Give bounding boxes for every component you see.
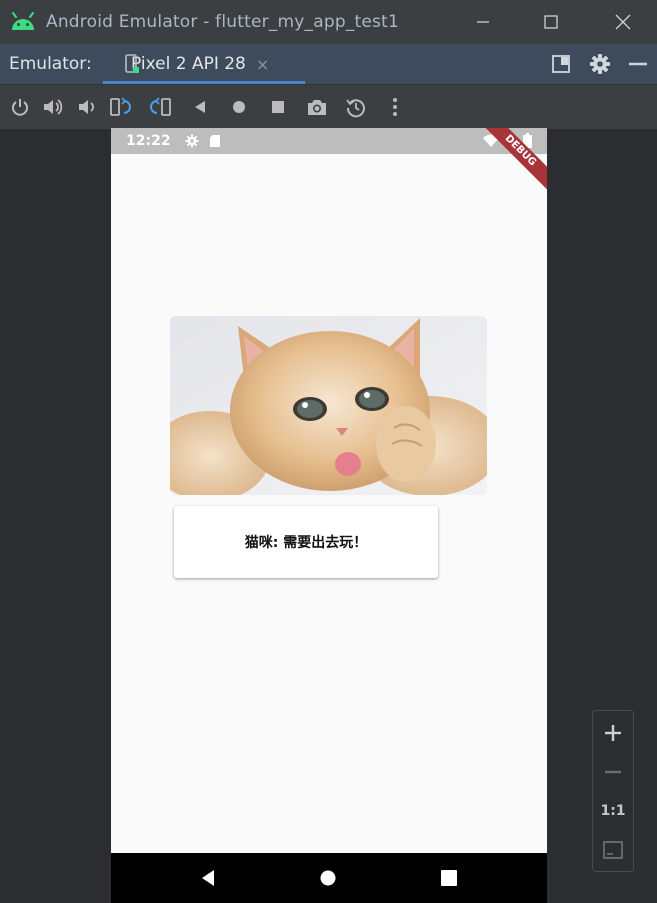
emulator-toolbar (0, 84, 657, 129)
power-icon (12, 99, 28, 116)
zoom-1to1-button[interactable]: 1:1 (593, 793, 633, 829)
android-icon (12, 12, 34, 30)
more-vert-icon (393, 98, 397, 116)
window-title: Android Emulator - flutter_my_app_test1 (46, 12, 399, 32)
settings-button[interactable] (588, 52, 612, 76)
device-screen[interactable]: 12:22 DEBUG 猫咪: 需要出去玩！ (111, 128, 547, 903)
maximize-icon (544, 15, 558, 29)
hide-panel-button[interactable] (626, 52, 650, 76)
rotate-right-icon (150, 97, 171, 116)
emulator-label: Emulator: (9, 54, 92, 74)
status-time: 12:22 (126, 133, 171, 149)
minimize-button[interactable] (460, 0, 506, 44)
rotate-left-icon (110, 97, 131, 116)
nav-back-icon (202, 870, 214, 886)
nav-back-button[interactable] (198, 868, 218, 888)
sd-card-icon (209, 135, 220, 147)
fit-screen-icon (603, 841, 623, 859)
rotate-right-button[interactable] (148, 95, 172, 119)
camera-icon (308, 100, 326, 115)
back-button[interactable] (188, 95, 212, 119)
power-button[interactable] (8, 95, 32, 119)
zoom-in-button[interactable] (593, 715, 633, 751)
screenshot-button[interactable] (305, 95, 329, 119)
back-icon (195, 101, 205, 113)
emulator-tab-bar: Emulator: Pixel 2 API 28 × (0, 44, 657, 84)
volume-down-button[interactable] (75, 95, 99, 119)
zoom-panel: 1:1 (592, 710, 634, 872)
gear-icon (590, 54, 610, 74)
snapshot-restore-icon (346, 99, 365, 118)
more-button[interactable] (383, 95, 407, 119)
cat-image (170, 316, 487, 495)
overview-icon (272, 101, 284, 113)
home-button[interactable] (227, 95, 251, 119)
nav-overview-icon (441, 870, 457, 886)
nav-home-button[interactable] (318, 868, 338, 888)
plus-icon (605, 725, 621, 741)
window-mode-button[interactable] (549, 52, 573, 76)
volume-up-icon (44, 99, 63, 115)
maximize-button[interactable] (528, 0, 574, 44)
close-icon (615, 14, 631, 30)
rotate-left-button[interactable] (109, 95, 133, 119)
zoom-out-button[interactable] (593, 754, 633, 790)
zoom-1to1-label: 1:1 (600, 803, 626, 819)
overview-button[interactable] (266, 95, 290, 119)
nav-home-icon (320, 870, 336, 886)
volume-down-icon (79, 100, 94, 114)
minus-icon (629, 62, 647, 66)
android-nav-bar (111, 853, 547, 903)
window-mode-icon (552, 55, 570, 73)
close-window-button[interactable] (600, 0, 646, 44)
kitten-photo (170, 316, 487, 495)
snapshot-button[interactable] (344, 95, 368, 119)
minimize-icon (477, 21, 489, 23)
tab-label: Pixel 2 API 28 (131, 54, 246, 74)
nav-overview-button[interactable] (439, 868, 459, 888)
home-icon (233, 101, 245, 113)
tab-pixel-2-api-28[interactable]: Pixel 2 API 28 × (103, 44, 305, 84)
device-icon (125, 54, 139, 73)
android-status-bar: 12:22 (111, 128, 547, 154)
tab-close-icon[interactable]: × (256, 55, 269, 74)
settings-notification-icon (185, 134, 199, 148)
card-text: 猫咪: 需要出去玩！ (244, 535, 368, 551)
volume-up-button[interactable] (41, 95, 65, 119)
message-card[interactable]: 猫咪: 需要出去玩！ (174, 506, 438, 578)
minus-icon (605, 770, 621, 774)
window-title-bar: Android Emulator - flutter_my_app_test1 (0, 0, 657, 44)
zoom-fit-button[interactable] (593, 832, 633, 868)
